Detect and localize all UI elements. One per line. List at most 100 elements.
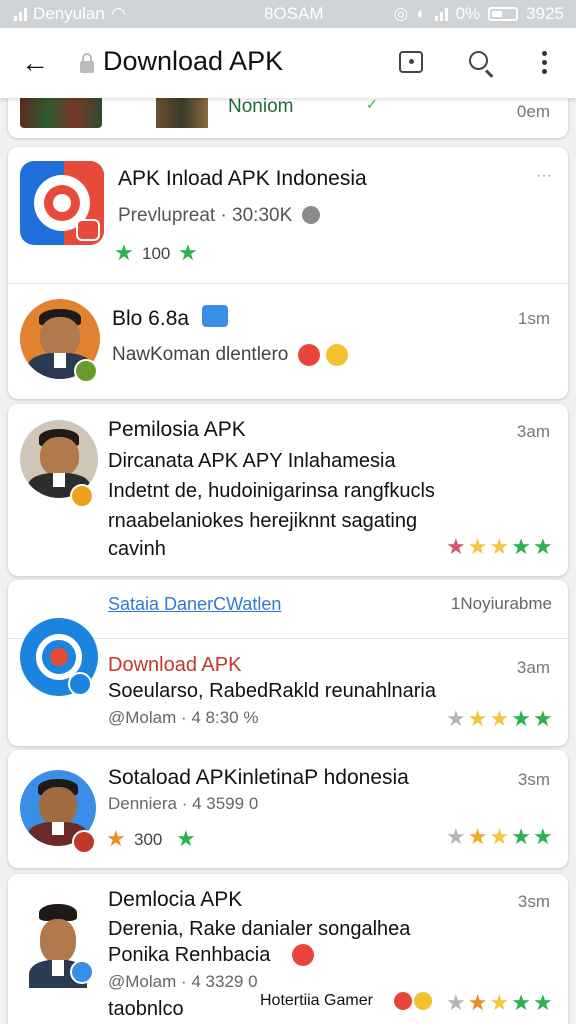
star-rating: ★ ★ ★ ★ ★ (446, 536, 553, 558)
star-icon: ★ (532, 824, 553, 849)
chat-icon[interactable] (394, 46, 428, 80)
star-icon: ★ (532, 706, 553, 731)
star-icon: ★ (446, 706, 466, 731)
post-line-2: Indetnt de, hudoinigarinsa rangfkucls (108, 480, 435, 502)
play-badge-icon (70, 484, 94, 508)
post-meta: @Molam · 4 3329 0 (108, 972, 258, 991)
star-icon: ★ (511, 706, 531, 731)
post-line-2: Ponika Renhbacia (108, 944, 271, 966)
status-bar: Denyulan ◠ 8OSAM ◎ ◐ 0% 3925 (0, 0, 576, 28)
comment-text: NawKoman dlentlero (112, 344, 289, 365)
battery-percent: 0% (455, 4, 481, 23)
emoji-icon (326, 344, 348, 366)
star-icon: ★ (178, 240, 198, 265)
app-card-4[interactable]: Sotaload APKinletinaP hdonesia 3sm Denni… (8, 750, 568, 868)
lock-icon (80, 53, 94, 73)
partial-time: 0em (516, 102, 550, 121)
app-badge-icon (68, 672, 92, 696)
post-time: 3am (516, 422, 550, 441)
status-left: Denyulan ◠ (14, 4, 126, 24)
post-time: 3sm (517, 892, 550, 911)
star-icon: ★ (489, 706, 510, 731)
star-icon: ★ (176, 826, 196, 851)
status-center-time: 8OSAM (264, 4, 324, 23)
status-clock: 3925 (526, 4, 564, 23)
avatar-badge-icon (72, 830, 96, 854)
star-icon: ★ (467, 534, 488, 559)
emoji-icon (414, 992, 432, 1010)
post-line-4: cavinh (108, 538, 166, 560)
star-icon: ★ (511, 534, 531, 559)
app-rating: 100 (142, 244, 171, 263)
signal-strength-icon (434, 7, 448, 21)
app-card-3[interactable]: Sataia DanerCWatlen 1Noyiurabme Download… (8, 580, 568, 746)
star-rating: ★ ★ ★ ★ ★ (446, 992, 553, 1014)
star-icon: ★ (489, 990, 510, 1015)
comment-title: Blo 6.8a (112, 307, 190, 330)
carrier-name: Denyulan (33, 4, 105, 23)
card-link[interactable]: Sataia DanerCWatlen (108, 594, 281, 615)
download-title: Download APK (108, 654, 242, 676)
app-meta: Prevlupreat · 30:30K (118, 205, 293, 226)
post-title: Sotaload APKinletinaP hdonesia (108, 766, 409, 789)
star-icon: ★ (489, 534, 510, 559)
app-card-5[interactable]: Demlocia APK 3sm Derenia, Rake danialer … (8, 874, 568, 1024)
image-icon (202, 305, 228, 327)
verified-badge-icon (70, 960, 94, 984)
emoji-icon (298, 344, 320, 366)
star-rating: ★ ★ ★ ★ ★ (446, 826, 553, 848)
star-icon: ★ (467, 990, 488, 1015)
app-card-2[interactable]: Pemilosia APK 3am Dircanata APK APY Inla… (8, 404, 568, 576)
search-icon[interactable] (464, 46, 498, 80)
star-icon: ★ (532, 534, 553, 559)
dnd-icon: ◐ (416, 4, 427, 23)
download-time: 3am (516, 658, 550, 677)
globe-icon (302, 206, 320, 224)
download-meta: @Molam · 4 8:30 % (108, 708, 259, 727)
star-icon: ★ (511, 824, 531, 849)
emoji-icon (292, 944, 314, 966)
star-icon: ★ (511, 990, 531, 1015)
divider (8, 283, 568, 284)
emoji-icon (394, 992, 412, 1010)
star-icon: ★ (446, 990, 466, 1015)
app-bar: ← Download APK (0, 28, 576, 98)
star-icon: ★ (532, 990, 553, 1015)
star-icon: ★ (467, 706, 488, 731)
more-options-icon[interactable] (528, 46, 562, 80)
post-time: 3sm (517, 770, 550, 789)
post-footer: Hotertiia Gamer (260, 992, 373, 1009)
star-icon: ★ (106, 826, 126, 851)
post-meta: Denniera · 4 3599 0 (108, 794, 259, 813)
signal-icon (14, 7, 27, 21)
chevron-down-icon: ✓ (366, 96, 378, 112)
star-icon: ★ (446, 824, 466, 849)
more-dots[interactable]: ··· (536, 167, 552, 185)
post-title: Pemilosia APK (108, 418, 246, 441)
star-icon: ★ (467, 824, 488, 849)
post-line-3: rnaabelaniokes herejiknnt sagating (108, 510, 418, 532)
post-rating: 300 (134, 830, 163, 849)
post-line-1: Dircanata APK APY Inlahamesia (108, 450, 396, 472)
app-card-1[interactable]: APK Inload APK Indonesia ··· Prevlupreat… (8, 147, 568, 399)
battery-icon (488, 7, 519, 21)
app-icon (20, 161, 104, 245)
back-arrow-icon[interactable]: ← (18, 46, 52, 80)
star-icon: ★ (446, 534, 466, 559)
alarm-icon: ◎ (393, 4, 409, 23)
post-line-4: taobnlco (108, 998, 184, 1020)
card-link-right: 1Noyiurabme (450, 594, 552, 613)
partial-label: Noniom (228, 96, 294, 117)
status-right: ◎ ◐ 0% 3925 (393, 4, 564, 24)
star-icon: ★ (489, 824, 510, 849)
comment-time: 1sm (517, 309, 550, 328)
post-title: Demlocia APK (108, 888, 243, 911)
post-line-1: Derenia, Rake danialer songalhea (108, 918, 411, 940)
star-icon: ★ (114, 240, 134, 265)
app-title: APK Inload APK Indonesia (118, 167, 367, 190)
page-title: Download APK (103, 46, 284, 76)
verified-badge-icon (74, 359, 98, 383)
wifi-icon: ◠ (110, 4, 126, 23)
download-line-1: Soeularso, RabedRakld reunahlnaria (108, 680, 436, 702)
star-rating: ★ ★ ★ ★ ★ (446, 708, 553, 730)
